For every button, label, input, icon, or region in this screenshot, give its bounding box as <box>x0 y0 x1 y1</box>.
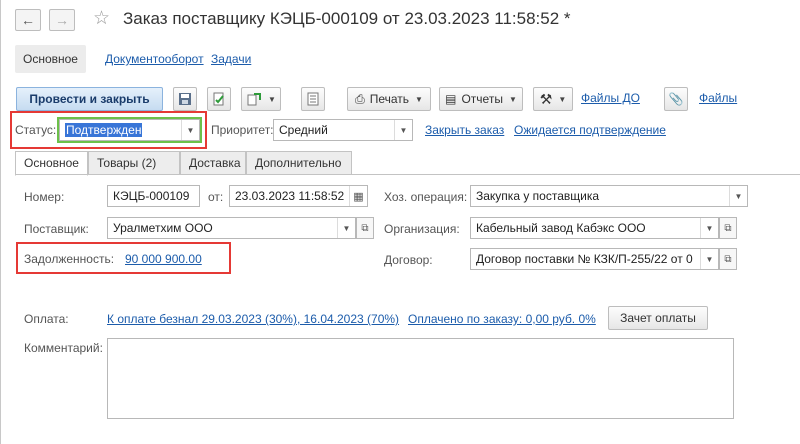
organization-open-button[interactable]: ⧉ <box>719 217 737 239</box>
post-button[interactable] <box>207 87 231 111</box>
operation-value: Закупка у поставщика <box>476 189 600 203</box>
save-icon <box>179 93 191 105</box>
reports-button[interactable]: ▤ Отчеты ▼ <box>439 87 523 111</box>
post-document-icon <box>213 92 224 106</box>
supplier-value: Уралметхим ООО <box>113 221 213 235</box>
post-and-close-button[interactable]: Провести и закрыть <box>16 87 163 111</box>
print-button[interactable]: ⎙ Печать ▼ <box>347 87 431 111</box>
tab-main[interactable]: Основное <box>15 151 88 176</box>
operation-field[interactable]: Закупка у поставщика ▼ <box>470 185 748 207</box>
contract-label: Договор: <box>384 253 433 267</box>
open-window-icon: ⧉ <box>361 222 369 234</box>
organization-field[interactable]: Кабельный завод Кабэкс ООО ▼ <box>470 217 719 239</box>
paid-by-order-link[interactable]: Оплачено по заказу: 0,00 руб. 0% <box>408 312 596 326</box>
awaiting-confirmation-link[interactable]: Ожидается подтверждение <box>514 123 666 137</box>
chevron-down-icon[interactable]: ▼ <box>700 249 718 269</box>
tab-delivery[interactable]: Доставка <box>180 151 246 175</box>
number-label: Номер: <box>24 190 65 204</box>
date-field[interactable]: 23.03.2023 11:58:52 ▦ <box>229 185 368 207</box>
priority-label: Приоритет: <box>211 123 274 137</box>
tools-button[interactable]: ⚒ ▼ <box>533 87 573 111</box>
chevron-down-icon[interactable]: ▼ <box>729 186 747 206</box>
number-field[interactable]: КЭЦБ-000109 <box>107 185 200 207</box>
chevron-down-icon: ▼ <box>415 94 423 104</box>
attach-button[interactable]: 📎 <box>664 87 688 111</box>
date-value: 23.03.2023 11:58:52 <box>235 189 345 203</box>
status-highlight-box <box>10 111 207 149</box>
arrow-left-icon: ← <box>21 12 35 28</box>
contract-open-button[interactable]: ⧉ <box>719 248 737 270</box>
save-button[interactable] <box>173 87 197 111</box>
comment-field[interactable] <box>107 338 734 419</box>
number-value: КЭЦБ-000109 <box>113 189 190 203</box>
star-icon[interactable]: ☆ <box>93 7 110 30</box>
reports-label: Отчеты <box>461 92 503 106</box>
payment-offset-button[interactable]: Зачет оплаты <box>608 306 708 330</box>
close-order-link[interactable]: Закрыть заказ <box>425 123 504 137</box>
priority-value: Средний <box>279 123 328 137</box>
print-label: Печать <box>369 92 409 106</box>
contract-value: Договор поставки № КЗК/П-255/22 от 0 <box>476 252 693 266</box>
paperclip-icon: 📎 <box>668 92 684 106</box>
tab-divider <box>15 174 800 175</box>
tab-additional[interactable]: Дополнительно <box>246 151 352 175</box>
organization-label: Организация: <box>384 222 460 236</box>
supplier-open-button[interactable]: ⧉ <box>356 217 374 239</box>
chevron-down-icon: ▼ <box>268 94 276 104</box>
priority-field[interactable]: Средний ▼ <box>273 119 413 141</box>
open-window-icon: ⧉ <box>724 222 732 234</box>
supplier-field[interactable]: Уралметхим ООО ▼ <box>107 217 356 239</box>
tab-goods[interactable]: Товары (2) <box>88 151 180 175</box>
chevron-down-icon[interactable]: ▼ <box>394 120 412 140</box>
create-based-on-button[interactable]: ▼ <box>241 87 281 111</box>
printer-icon: ⎙ <box>355 91 365 106</box>
back-button[interactable]: ← <box>15 9 41 31</box>
tools-icon: ⚒ <box>539 90 553 107</box>
calendar-icon[interactable]: ▦ <box>349 186 367 206</box>
payment-schedule-link[interactable]: К оплате безнал 29.03.2023 (30%), 16.04.… <box>107 312 399 326</box>
chevron-down-icon[interactable]: ▼ <box>337 218 355 238</box>
chevron-down-icon: ▼ <box>558 94 567 104</box>
contract-field[interactable]: Договор поставки № КЗК/П-255/22 от 0 ▼ <box>470 248 719 270</box>
payment-label: Оплата: <box>24 312 69 326</box>
files-do-link[interactable]: Файлы ДО <box>581 91 640 105</box>
open-window-icon: ⧉ <box>724 253 732 265</box>
operation-label: Хоз. операция: <box>384 190 468 204</box>
files-link[interactable]: Файлы <box>699 91 737 105</box>
chevron-down-icon[interactable]: ▼ <box>700 218 718 238</box>
create-based-on-icon <box>247 93 262 106</box>
organization-value: Кабельный завод Кабэкс ООО <box>476 221 646 235</box>
topnav-main[interactable]: Основное <box>15 45 86 73</box>
forward-button[interactable]: → <box>49 9 75 31</box>
arrow-right-icon: → <box>55 12 69 28</box>
top-navigation: Основное Документооборот Задачи <box>15 45 800 73</box>
reports-icon: ▤ <box>445 92 457 106</box>
debt-highlight-box <box>16 242 231 274</box>
list-icon <box>307 92 319 106</box>
window-title: Заказ поставщику КЭЦБ-000109 от 23.03.20… <box>123 9 571 28</box>
supplier-label: Поставщик: <box>24 222 89 236</box>
movements-button[interactable] <box>301 87 325 111</box>
comment-label: Комментарий: <box>24 341 103 355</box>
topnav-tasks[interactable]: Задачи <box>203 45 259 73</box>
topnav-docflow[interactable]: Документооборот <box>97 45 212 73</box>
date-label: от: <box>208 190 224 204</box>
chevron-down-icon: ▼ <box>508 94 517 104</box>
